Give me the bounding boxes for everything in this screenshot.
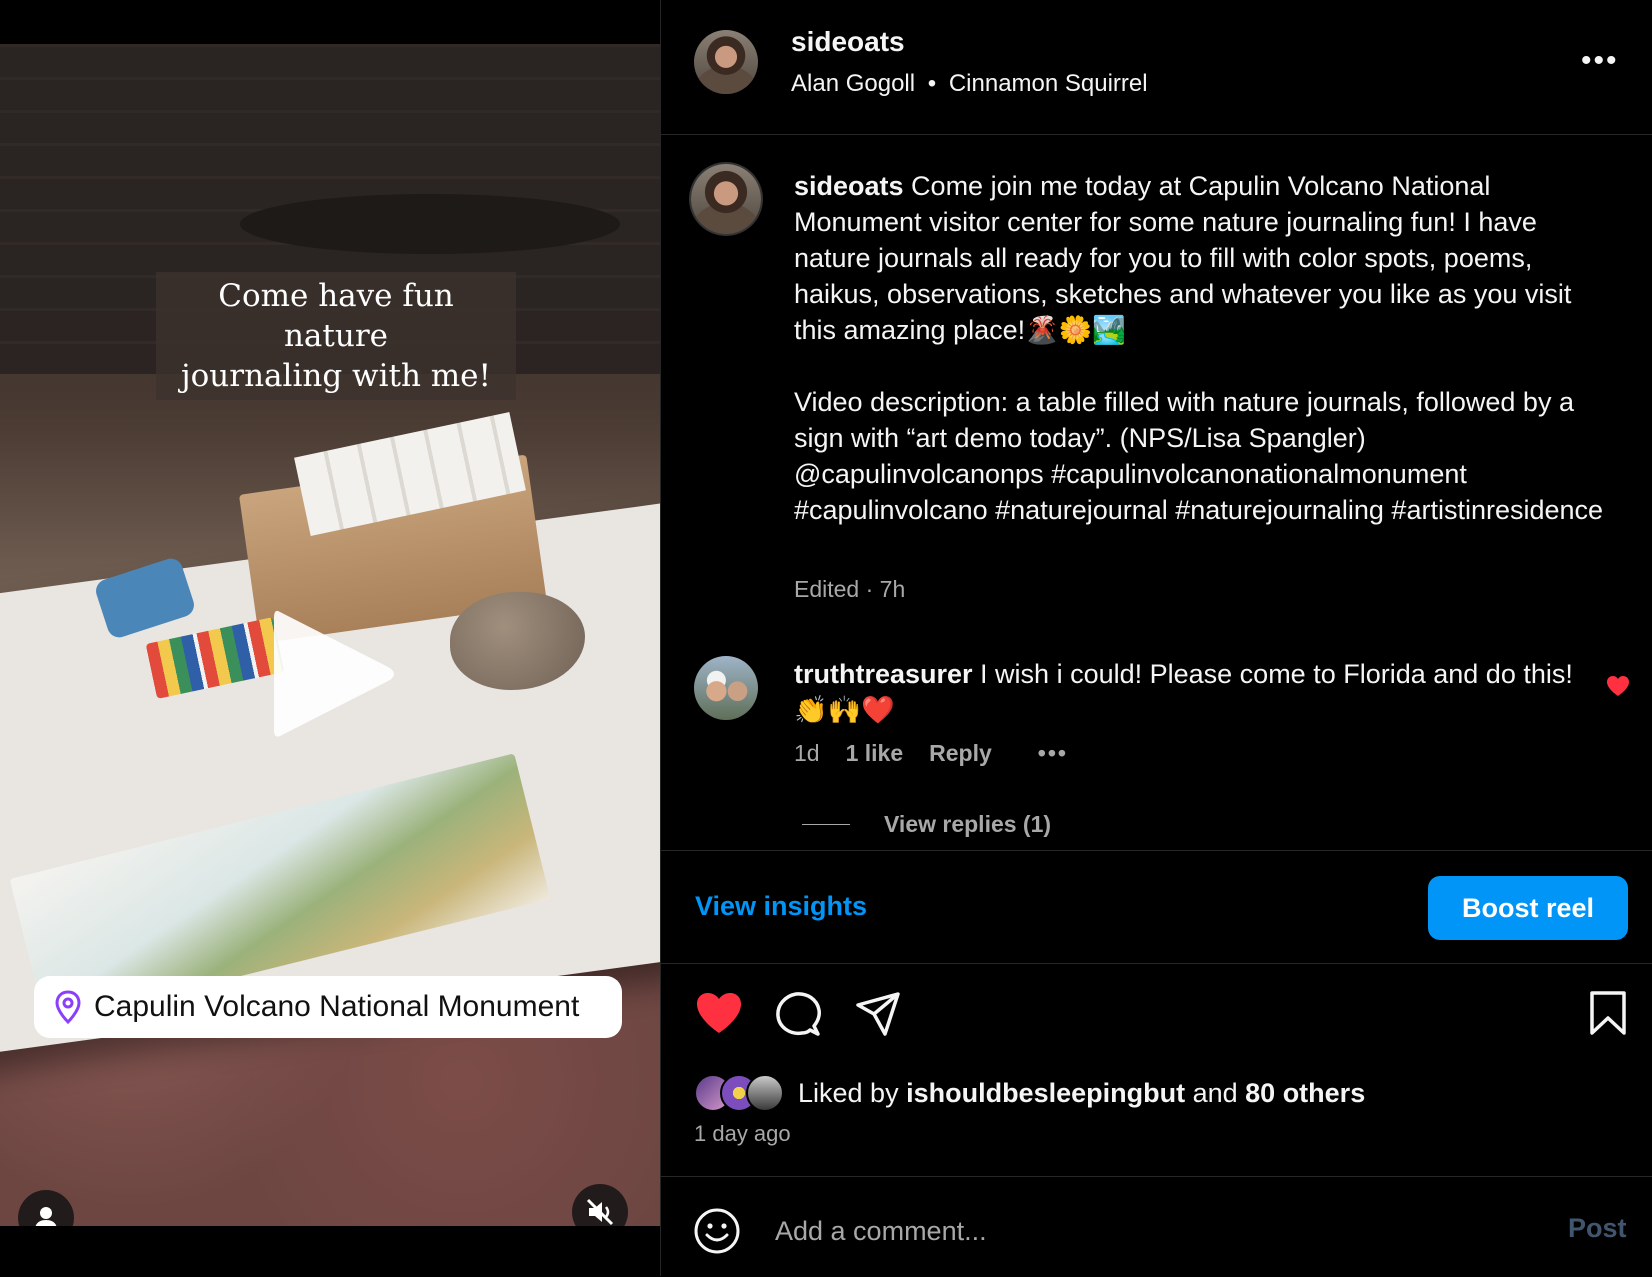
location-pin-icon	[55, 990, 81, 1024]
avatar[interactable]	[694, 30, 758, 94]
likes-text: Liked by ishouldbesleepingbut and 80 oth…	[798, 1078, 1365, 1109]
post-header: sideoats Alan Gogoll • Cinnamon Squirrel…	[661, 0, 1652, 135]
view-replies-label[interactable]: View replies (1)	[884, 811, 1051, 838]
likes-summary[interactable]: Liked by ishouldbesleepingbut and 80 oth…	[694, 1074, 1365, 1112]
comment-likes-button[interactable]: 1 like	[846, 740, 904, 767]
likes-middle: and	[1185, 1077, 1246, 1108]
comment-more-icon[interactable]: •••	[1038, 740, 1068, 767]
reel-media[interactable]: Come have fun nature journaling with me!…	[0, 0, 660, 1276]
post-actions	[661, 990, 1652, 1050]
location-label: Capulin Volcano National Monument	[94, 990, 580, 1023]
likes-prefix: Liked by	[798, 1077, 907, 1108]
overlay-line-2: journaling with me!	[181, 358, 491, 394]
emoji-icon[interactable]	[693, 1207, 741, 1255]
play-icon[interactable]	[270, 604, 400, 744]
overlay-line-1: Come have fun nature	[218, 278, 454, 354]
liker-avatar	[746, 1074, 784, 1112]
boost-reel-button[interactable]: Boost reel	[1428, 876, 1628, 940]
view-replies-button[interactable]: View replies (1)	[802, 811, 1051, 838]
reel-video[interactable]: Come have fun nature journaling with me!…	[0, 44, 660, 1226]
replies-divider	[802, 824, 850, 825]
comment-icon[interactable]	[774, 990, 822, 1038]
bookmark-icon[interactable]	[1588, 990, 1628, 1036]
post-button[interactable]: Post	[1568, 1213, 1627, 1244]
avatar[interactable]	[694, 656, 758, 720]
comment-input[interactable]	[773, 1207, 1497, 1255]
post-details-panel: sideoats Alan Gogoll • Cinnamon Squirrel…	[660, 0, 1652, 1276]
liker-username[interactable]: ishouldbesleepingbut	[906, 1078, 1185, 1108]
comment-text: truthtreasurer I wish i could! Please co…	[794, 656, 1584, 728]
share-icon[interactable]	[854, 990, 902, 1038]
heart-icon[interactable]	[694, 990, 744, 1036]
caption-meta: Edited · 7h	[794, 576, 906, 602]
user-tag-icon	[35, 1207, 57, 1226]
audio-artist[interactable]: Alan Gogoll	[791, 70, 915, 97]
view-insights-link[interactable]: View insights	[695, 891, 867, 922]
add-comment-bar: Post	[661, 1176, 1652, 1277]
header-username[interactable]: sideoats	[791, 26, 905, 58]
audio-separator: •	[927, 70, 937, 97]
comment-heart-icon[interactable]	[1605, 674, 1631, 698]
insights-bar: View insights Boost reel	[661, 850, 1652, 964]
picnic-table-background	[240, 194, 620, 254]
likes-others[interactable]: 80 others	[1245, 1078, 1365, 1108]
comment-actions: 1d 1 like Reply •••	[794, 740, 1068, 767]
avatar[interactable]	[691, 164, 761, 234]
video-text-overlay: Come have fun nature journaling with me!	[156, 272, 516, 400]
audio-attribution[interactable]: Alan Gogoll • Cinnamon Squirrel	[791, 70, 1148, 98]
muted-speaker-icon	[586, 1198, 614, 1226]
location-sticker[interactable]: Capulin Volcano National Monument	[34, 976, 622, 1038]
reply-button[interactable]: Reply	[929, 740, 992, 767]
audio-track[interactable]: Cinnamon Squirrel	[949, 70, 1148, 97]
post-timestamp[interactable]: 1 day ago	[694, 1121, 791, 1147]
caption-body: Come join me today at Capulin Volcano Na…	[794, 171, 1604, 525]
caption-username[interactable]: sideoats	[794, 171, 904, 201]
comment-age: 1d	[794, 740, 820, 766]
comment-username[interactable]: truthtreasurer	[794, 659, 973, 689]
more-options-icon[interactable]: •••	[1581, 44, 1619, 78]
caption-text: sideoats Come join me today at Capulin V…	[794, 168, 1604, 528]
